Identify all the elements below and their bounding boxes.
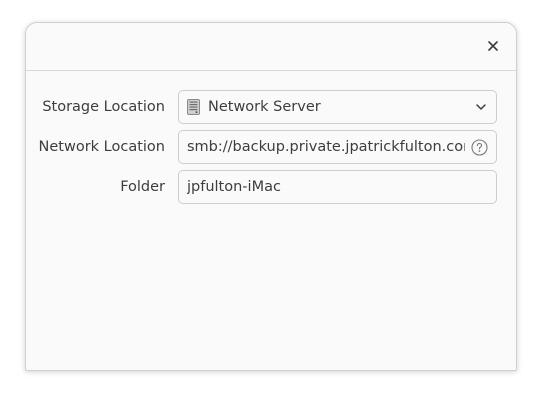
chevron-down-icon <box>476 104 486 110</box>
close-icon <box>488 41 498 51</box>
network-location-value: smb://backup.private.jpatrickfulton.com/ <box>187 139 465 155</box>
storage-location-value: Network Server <box>208 99 321 115</box>
close-button[interactable] <box>482 35 504 57</box>
network-drive-icon <box>187 99 200 115</box>
dialog-titlebar <box>26 23 516 71</box>
backup-storage-dialog: Storage Location Network Server Network … <box>25 22 517 371</box>
folder-row: Folder jpfulton-iMac <box>26 170 516 204</box>
folder-input[interactable]: jpfulton-iMac <box>178 170 497 204</box>
network-location-input[interactable]: smb://backup.private.jpatrickfulton.com/ <box>178 130 497 164</box>
network-location-label: Network Location <box>38 139 165 155</box>
storage-location-row: Storage Location Network Server <box>26 90 516 124</box>
folder-value: jpfulton-iMac <box>187 179 281 195</box>
help-icon[interactable] <box>471 138 488 156</box>
storage-location-label: Storage Location <box>42 99 165 115</box>
storage-location-dropdown[interactable]: Network Server <box>178 90 497 124</box>
folder-label: Folder <box>120 179 165 195</box>
network-location-row: Network Location smb://backup.private.jp… <box>26 130 516 164</box>
